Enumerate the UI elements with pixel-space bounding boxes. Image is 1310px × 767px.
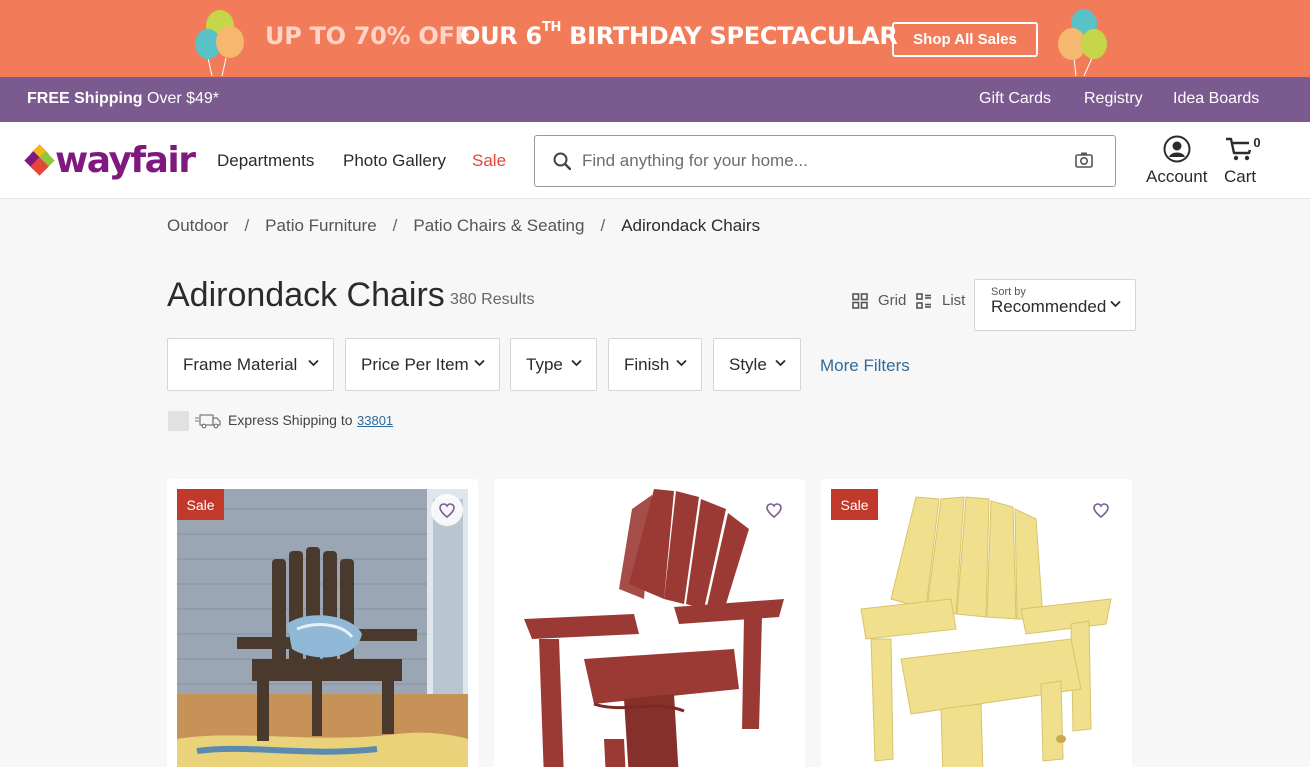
favorite-button[interactable]: [1085, 494, 1117, 526]
nav-photo-gallery[interactable]: Photo Gallery: [343, 151, 446, 171]
nav-sale[interactable]: Sale: [472, 151, 506, 171]
gift-cards-link[interactable]: Gift Cards: [979, 90, 1051, 108]
natural-pine-adirondack-chair-image: [831, 489, 1122, 767]
breadcrumb-separator: /: [600, 216, 606, 235]
sale-badge: Sale: [831, 489, 878, 520]
registry-link[interactable]: Registry: [1084, 90, 1143, 108]
filter-price-per-item[interactable]: Price Per Item: [345, 338, 500, 391]
result-count: 380 Results: [450, 291, 535, 308]
filter-label: Price Per Item: [361, 354, 469, 374]
chevron-down-icon: [474, 359, 485, 367]
grid-icon: [852, 292, 868, 309]
breadcrumb: Outdoor / Patio Furniture / Patio Chairs…: [167, 216, 760, 236]
account-icon: [1163, 135, 1191, 163]
list-view-toggle[interactable]: List: [916, 292, 965, 309]
balloons-left-icon: [195, 10, 244, 76]
chevron-down-icon: [571, 359, 582, 367]
site-header: wayfair Departments Photo Gallery Sale A…: [0, 122, 1310, 199]
grid-label: Grid: [878, 292, 907, 309]
filter-style[interactable]: Style: [713, 338, 801, 391]
sort-dropdown[interactable]: Sort by Recommended: [974, 279, 1136, 331]
breadcrumb-outdoor[interactable]: Outdoor: [167, 216, 228, 236]
list-icon: [916, 292, 931, 309]
cart-count-badge: 0: [1249, 135, 1265, 150]
heart-icon: [439, 502, 455, 518]
more-filters-link[interactable]: More Filters: [820, 356, 910, 376]
brown-adirondack-chair-image: [177, 489, 468, 767]
favorite-button[interactable]: [758, 494, 790, 526]
product-image[interactable]: [504, 489, 795, 767]
utility-bar: FREE Shipping Over $49* Gift Cards Regis…: [0, 77, 1310, 122]
wayfair-logo[interactable]: wayfair: [24, 138, 196, 182]
product-image[interactable]: [831, 489, 1122, 767]
breadcrumb-current: Adirondack Chairs: [621, 216, 761, 235]
breadcrumb-patio-furniture[interactable]: Patio Furniture: [265, 216, 377, 236]
nav-departments[interactable]: Departments: [217, 151, 314, 171]
promo-headline: OUR 6TH BIRTHDAY SPECTACULAR: [460, 20, 898, 50]
sort-value: Recommended: [991, 297, 1107, 316]
search-icon[interactable]: [553, 152, 571, 170]
free-shipping-text: FREE Shipping Over $49*: [27, 90, 220, 107]
camera-search-icon[interactable]: [1075, 151, 1093, 169]
breadcrumb-separator: /: [244, 216, 250, 235]
idea-boards-link[interactable]: Idea Boards: [1173, 90, 1259, 108]
product-card[interactable]: Sale: [821, 479, 1132, 767]
chevron-down-icon: [308, 359, 319, 367]
product-image[interactable]: [177, 489, 468, 767]
favorite-button[interactable]: [431, 494, 463, 526]
red-adirondack-chair-image: [504, 489, 795, 767]
promo-discount: UP TO 70% OFF: [265, 22, 471, 50]
sale-badge: Sale: [177, 489, 224, 520]
chevron-down-icon: [1110, 300, 1121, 308]
logo-mark-icon: [24, 144, 55, 176]
shop-all-sales-button[interactable]: Shop All Sales: [892, 22, 1038, 57]
chevron-down-icon: [676, 359, 687, 367]
search-input[interactable]: [582, 137, 1052, 185]
list-label: List: [942, 292, 966, 309]
truck-icon: [195, 414, 221, 429]
filter-label: Style: [729, 354, 767, 374]
chevron-down-icon: [775, 359, 786, 367]
filter-label: Finish: [624, 354, 670, 374]
heart-icon: [1093, 502, 1109, 518]
grid-view-toggle[interactable]: Grid: [852, 292, 906, 309]
search-bar: [534, 135, 1116, 187]
express-shipping-checkbox[interactable]: [168, 411, 189, 431]
cart-button[interactable]: 0 Cart: [1224, 135, 1265, 187]
account-button[interactable]: Account: [1146, 135, 1207, 187]
product-card[interactable]: [494, 479, 805, 767]
logo-wordmark: wayfair: [55, 139, 196, 181]
zip-code-link[interactable]: 33801: [357, 413, 393, 428]
heart-icon: [766, 502, 782, 518]
promo-banner[interactable]: UP TO 70% OFF OUR 6TH BIRTHDAY SPECTACUL…: [0, 0, 1310, 77]
filter-label: Frame Material: [183, 354, 298, 374]
filter-frame-material[interactable]: Frame Material: [167, 338, 334, 391]
filter-type[interactable]: Type: [510, 338, 597, 391]
account-label: Account: [1146, 167, 1208, 186]
filter-label: Type: [526, 354, 563, 374]
breadcrumb-patio-chairs[interactable]: Patio Chairs & Seating: [413, 216, 584, 236]
balloons-right-icon: [1058, 9, 1107, 76]
page-title: Adirondack Chairs: [167, 276, 445, 314]
product-card[interactable]: Sale: [167, 479, 478, 767]
express-shipping-label: Express Shipping to: [228, 412, 353, 428]
filter-finish[interactable]: Finish: [608, 338, 702, 391]
cart-label: Cart: [1224, 167, 1257, 186]
breadcrumb-separator: /: [392, 216, 398, 235]
